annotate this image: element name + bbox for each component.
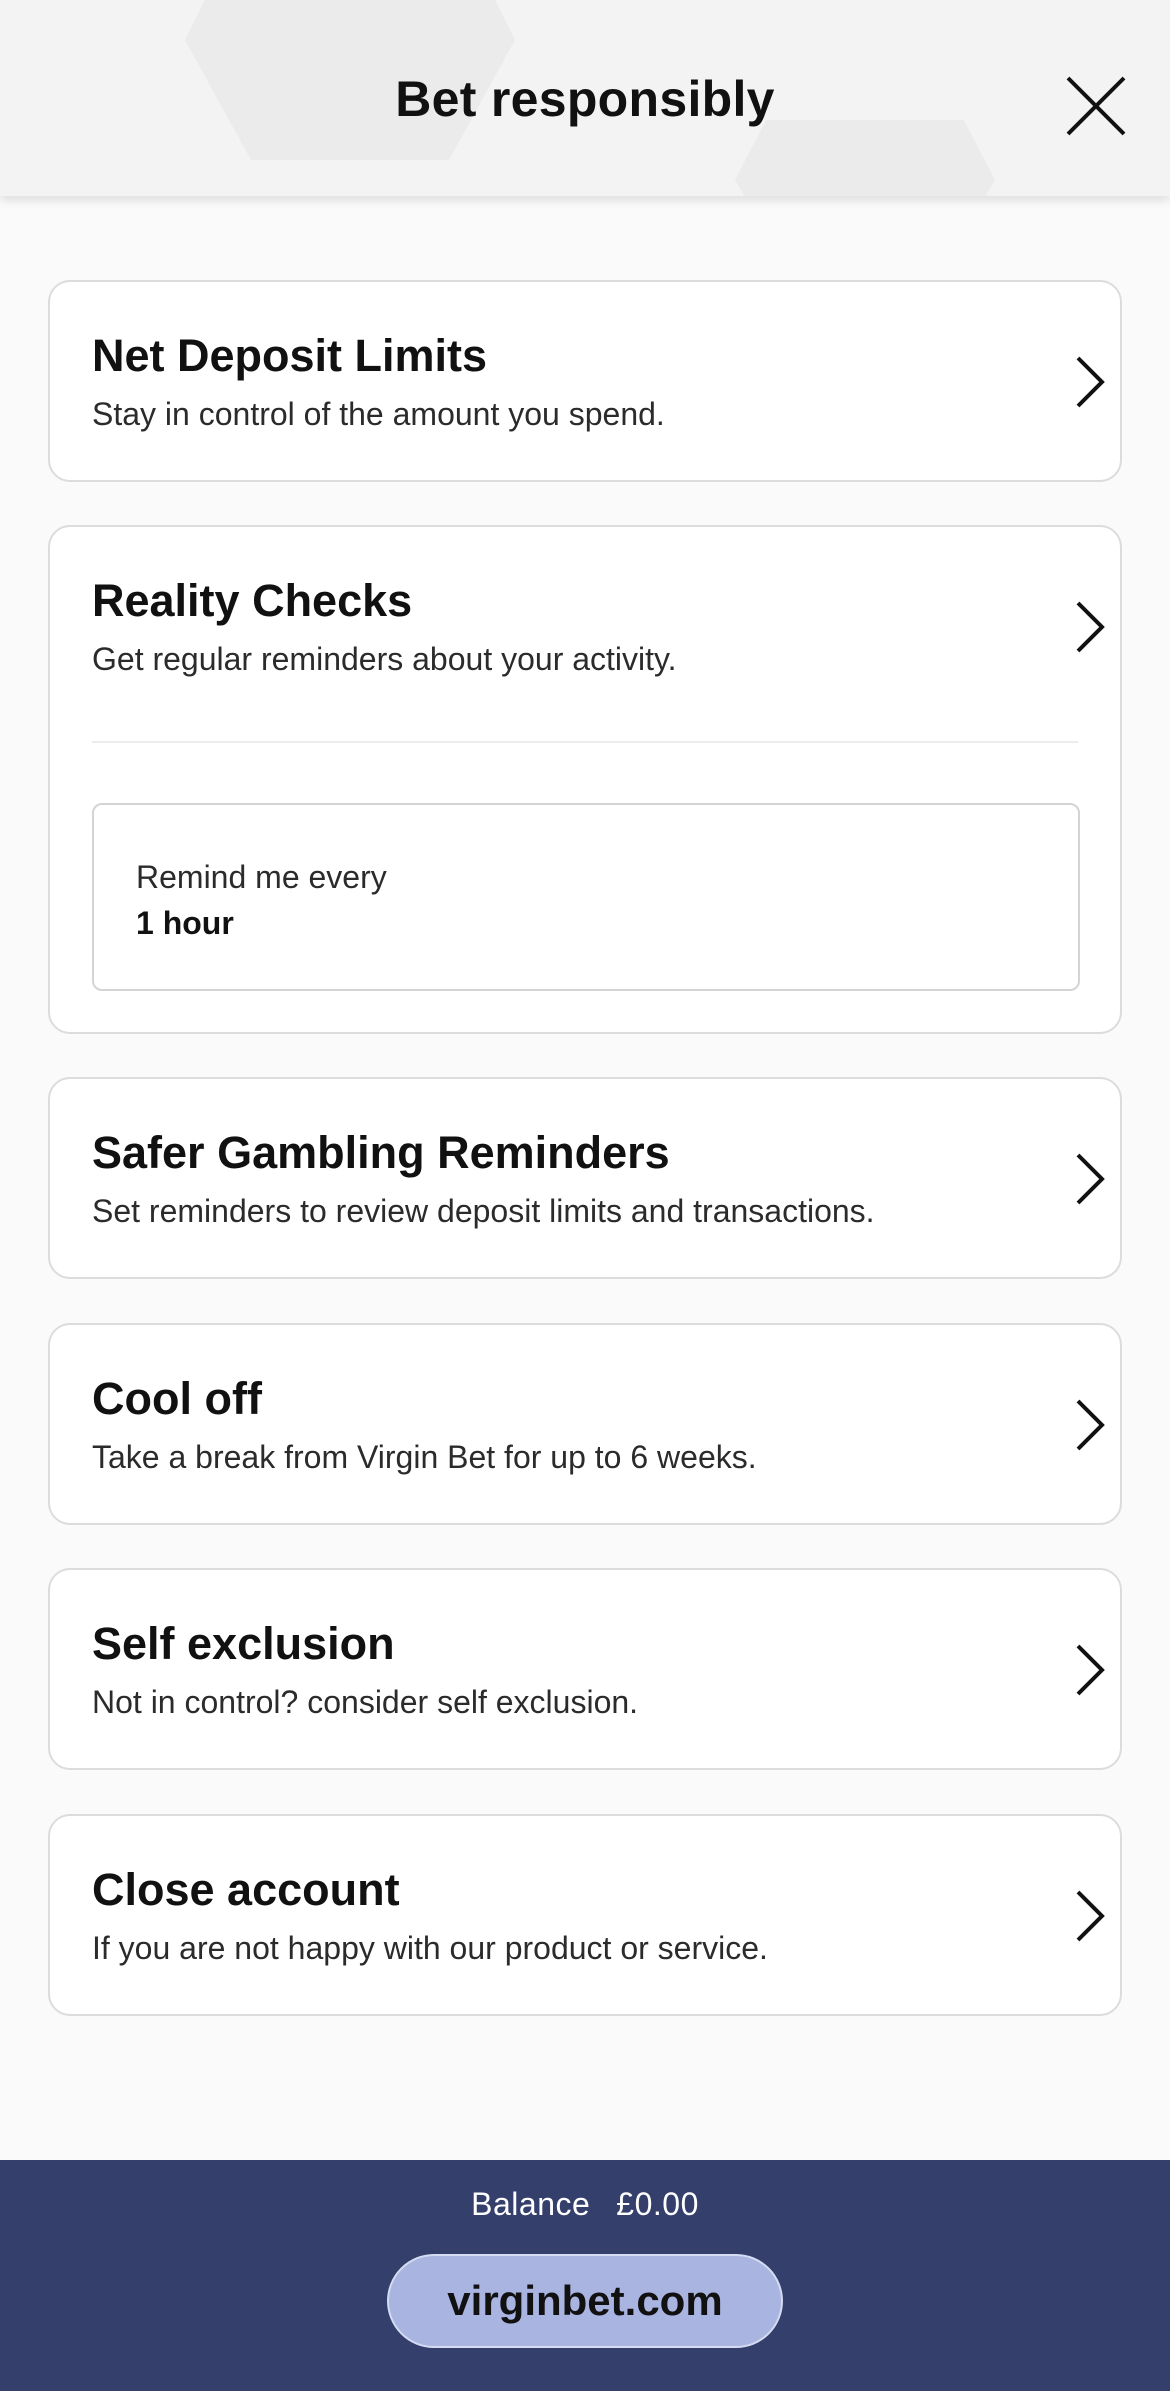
close-icon (1066, 76, 1126, 136)
chevron-right-icon (1076, 1153, 1105, 1205)
balance-value: £0.00 (616, 2186, 699, 2222)
balance-label: Balance (471, 2186, 591, 2222)
balance-display: Balance £0.00 (0, 2186, 1170, 2223)
card-description: Get regular reminders about your activit… (92, 641, 677, 677)
card-title: Cool off (92, 1373, 262, 1424)
card-title: Net Deposit Limits (92, 330, 488, 381)
header-decoration (735, 120, 995, 196)
remind-value: 1 hour (136, 905, 234, 941)
chevron-right-icon (1076, 601, 1105, 653)
remind-frequency-select[interactable]: Remind me every 1 hour (92, 803, 1080, 991)
card-description: If you are not happy with our product or… (92, 1930, 768, 1966)
chevron-right-icon (1076, 1890, 1105, 1942)
chevron-right-icon (1076, 1644, 1105, 1696)
footer-bar: Balance £0.00 virginbet.com (0, 2160, 1170, 2391)
reality-checks-link[interactable]: Reality Checks Get regular reminders abo… (50, 527, 1120, 737)
card-title: Reality Checks (92, 575, 413, 626)
divider (92, 741, 1078, 743)
card-description: Stay in control of the amount you spend. (92, 396, 665, 432)
card-self-exclusion[interactable]: Self exclusion Not in control? consider … (48, 1568, 1122, 1770)
card-reality-checks: Reality Checks Get regular reminders abo… (48, 525, 1122, 1034)
card-safer-gambling-reminders[interactable]: Safer Gambling Reminders Set reminders t… (48, 1077, 1122, 1279)
card-description: Take a break from Virgin Bet for up to 6… (92, 1439, 757, 1475)
card-title: Safer Gambling Reminders (92, 1127, 670, 1178)
card-description: Set reminders to review deposit limits a… (92, 1193, 875, 1229)
header: Bet responsibly (0, 0, 1170, 196)
remind-label: Remind me every (136, 859, 387, 895)
site-link-button[interactable]: virginbet.com (387, 2254, 783, 2348)
card-close-account[interactable]: Close account If you are not happy with … (48, 1814, 1122, 2016)
page-title: Bet responsibly (395, 71, 775, 127)
chevron-right-icon (1076, 356, 1105, 408)
card-net-deposit-limits[interactable]: Net Deposit Limits Stay in control of th… (48, 280, 1122, 482)
card-description: Not in control? consider self exclusion. (92, 1684, 639, 1720)
card-title: Self exclusion (92, 1618, 395, 1669)
bet-responsibly-page: Bet responsibly Net Deposit Limits Stay … (0, 0, 1170, 2391)
chevron-right-icon (1076, 1399, 1105, 1451)
card-title: Close account (92, 1864, 400, 1915)
close-button[interactable] (1062, 72, 1130, 140)
card-cool-off[interactable]: Cool off Take a break from Virgin Bet fo… (48, 1323, 1122, 1525)
